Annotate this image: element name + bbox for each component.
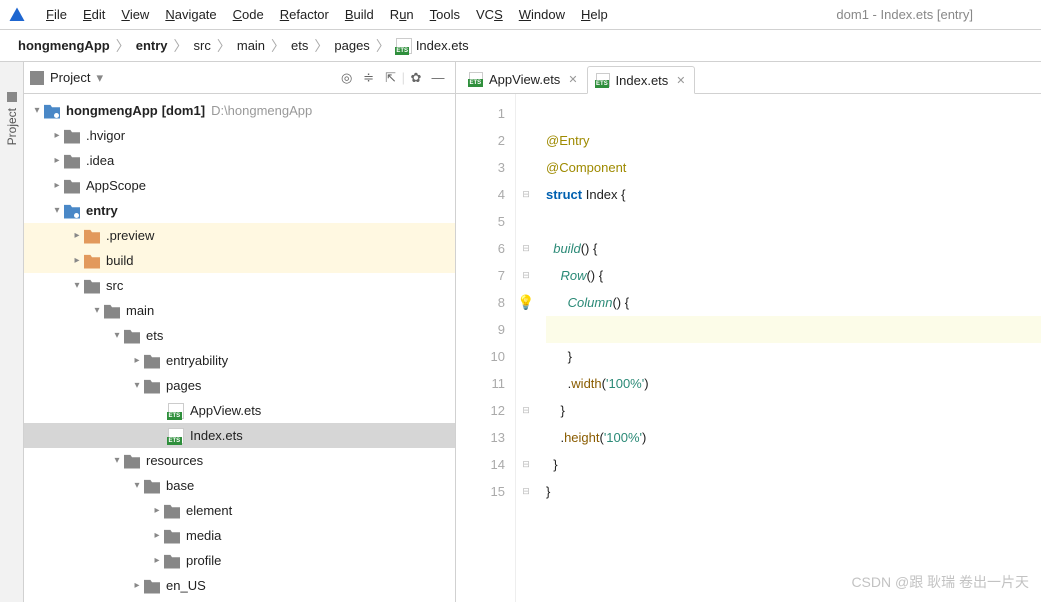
hide-icon[interactable]: — xyxy=(427,67,449,89)
crumb-6[interactable]: Index.ets xyxy=(416,38,469,53)
editor-tabs: AppView.ets✕ Index.ets✕ xyxy=(456,62,1041,94)
project-header: Project ▾ ◎ ≑ ⇱ | ✿ — xyxy=(24,62,455,94)
window-title: dom1 - Index.ets [entry] xyxy=(836,7,973,22)
project-view-icon xyxy=(30,71,44,85)
editor-area: AppView.ets✕ Index.ets✕ 1234567891011121… xyxy=(456,62,1041,602)
project-tree[interactable]: ▾hongmengApp[dom1]D:\hongmengApp ▸.hvigo… xyxy=(24,94,455,602)
project-view-dropdown-icon[interactable]: ▾ xyxy=(96,70,103,86)
project-pane: Project ▾ ◎ ≑ ⇱ | ✿ — ▾hongmengApp[dom1]… xyxy=(24,62,456,602)
project-tool-icon[interactable] xyxy=(7,92,17,102)
menu-tools[interactable]: Tools xyxy=(422,7,468,22)
crumb-0[interactable]: hongmengApp xyxy=(18,38,110,53)
line-gutter: 123456789101112131415 xyxy=(456,94,516,602)
menu-help[interactable]: Help xyxy=(573,7,616,22)
folder-icon xyxy=(84,228,100,244)
crumb-4[interactable]: ets xyxy=(291,38,308,53)
tree-selected-file[interactable]: ▸Index.ets xyxy=(24,423,455,448)
folder-icon xyxy=(64,128,80,144)
folder-icon xyxy=(84,253,100,269)
folder-icon xyxy=(124,328,140,344)
folder-icon xyxy=(104,303,120,319)
folder-icon xyxy=(144,353,160,369)
menu-window[interactable]: Window xyxy=(511,7,573,22)
folder-icon xyxy=(144,478,160,494)
module-folder-icon xyxy=(44,103,60,119)
folder-icon xyxy=(164,553,180,569)
tool-window-bar: Project xyxy=(0,62,24,602)
module-folder-icon xyxy=(64,203,80,219)
folder-icon xyxy=(84,278,100,294)
ets-file-icon xyxy=(596,73,610,87)
settings-icon[interactable]: ✿ xyxy=(405,67,427,89)
menu-view[interactable]: View xyxy=(113,7,157,22)
fold-gutter: ⊟⊟⊟💡⊟⊟⊟ xyxy=(516,94,536,602)
close-icon[interactable]: ✕ xyxy=(676,74,685,87)
menu-build[interactable]: Build xyxy=(337,7,382,22)
ets-file-icon xyxy=(396,38,412,54)
collapse-all-icon[interactable]: ⇱ xyxy=(380,67,402,89)
menu-vcs[interactable]: VCS xyxy=(468,7,511,22)
menu-bar: File Edit View Navigate Code Refactor Bu… xyxy=(0,0,1041,30)
code-editor[interactable]: 123456789101112131415 ⊟⊟⊟💡⊟⊟⊟ @Entry @Co… xyxy=(456,94,1041,602)
folder-icon xyxy=(164,528,180,544)
locate-icon[interactable]: ◎ xyxy=(336,67,358,89)
close-icon[interactable]: ✕ xyxy=(568,73,577,86)
folder-icon xyxy=(144,578,160,594)
ets-file-icon xyxy=(469,72,483,86)
crumb-3[interactable]: main xyxy=(237,38,265,53)
menu-code[interactable]: Code xyxy=(225,7,272,22)
menu-navigate[interactable]: Navigate xyxy=(157,7,224,22)
folder-icon xyxy=(64,178,80,194)
crumb-1[interactable]: entry xyxy=(136,38,168,53)
folder-icon xyxy=(144,378,160,394)
menu-refactor[interactable]: Refactor xyxy=(272,7,337,22)
project-label[interactable]: Project xyxy=(50,70,90,85)
menu-edit[interactable]: Edit xyxy=(75,7,113,22)
ets-file-icon xyxy=(168,403,184,419)
crumb-2[interactable]: src xyxy=(194,38,211,53)
expand-all-icon[interactable]: ≑ xyxy=(358,67,380,89)
lightbulb-icon[interactable]: 💡 xyxy=(517,294,534,311)
folder-icon xyxy=(124,453,140,469)
menu-run[interactable]: Run xyxy=(382,7,422,22)
crumb-5[interactable]: pages xyxy=(334,38,369,53)
ets-file-icon xyxy=(168,428,184,444)
folder-icon xyxy=(164,503,180,519)
tab-index[interactable]: Index.ets✕ xyxy=(587,66,695,94)
breadcrumb: hongmengApp〉 entry〉 src〉 main〉 ets〉 page… xyxy=(0,30,1041,62)
menu-file[interactable]: File xyxy=(38,7,75,22)
tab-appview[interactable]: AppView.ets✕ xyxy=(460,65,587,93)
app-logo-icon xyxy=(8,6,26,24)
code-source[interactable]: @Entry @Component struct Index { build()… xyxy=(536,94,1041,602)
project-tool-label[interactable]: Project xyxy=(5,108,19,145)
folder-icon xyxy=(64,153,80,169)
